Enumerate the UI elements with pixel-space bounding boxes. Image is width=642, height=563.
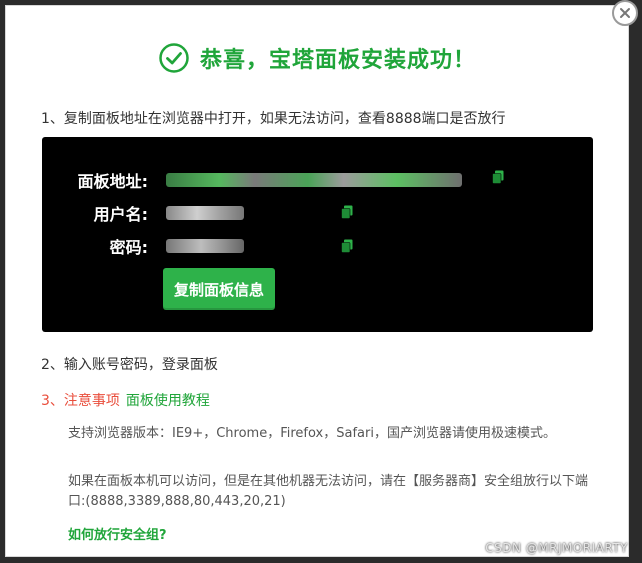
password-value[interactable] xyxy=(166,239,244,253)
step-3-label: 3、注意事项 xyxy=(41,393,120,409)
watermark: CSDN @MRJMORIARTY xyxy=(485,541,628,555)
copy-icon[interactable] xyxy=(492,170,504,184)
password-row: 密码: xyxy=(42,234,148,258)
install-success-dialog: 恭喜，宝塔面板安装成功！ 1、复制面板地址在浏览器中打开，如果无法访问，查看88… xyxy=(5,5,629,557)
browser-support-note: 支持浏览器版本：IE9+，Chrome，Firefox，Safari，国产浏览器… xyxy=(68,426,556,441)
dialog-title: 恭喜，宝塔面板安装成功！ xyxy=(199,48,476,73)
panel-address-value[interactable] xyxy=(166,173,462,187)
address-label: 面板地址: xyxy=(77,172,148,191)
dialog-header: 恭喜，宝塔面板安装成功！ xyxy=(6,42,628,74)
username-label: 用户名: xyxy=(93,205,148,224)
address-row: 面板地址: xyxy=(42,168,148,192)
copy-panel-info-button[interactable]: 复制面板信息 xyxy=(163,268,275,310)
username-value[interactable] xyxy=(166,206,244,220)
copy-icon[interactable] xyxy=(341,239,353,253)
check-circle-icon xyxy=(159,43,189,73)
step-1-text: 1、复制面板地址在浏览器中打开，如果无法访问，查看8888端口是否放行 xyxy=(41,111,506,127)
copy-icon[interactable] xyxy=(341,205,353,219)
security-group-help-link[interactable]: 如何放行安全组? xyxy=(68,524,167,543)
close-button[interactable] xyxy=(612,0,638,26)
step-3-row: 3、注意事项 面板使用教程 xyxy=(41,390,210,410)
username-row: 用户名: xyxy=(42,201,148,225)
firewall-ports-note: 如果在面板本机可以访问，但是在其他机器无法访问，请在【服务器商】安全组放行以下端… xyxy=(68,474,589,509)
password-label: 密码: xyxy=(109,238,148,257)
step-2-text: 2、输入账号密码，登录面板 xyxy=(41,357,218,373)
panel-info-box: 面板地址: 用户名: 密码: 复制面板信息 xyxy=(42,137,593,332)
panel-tutorial-link[interactable]: 面板使用教程 xyxy=(126,393,210,409)
close-icon xyxy=(620,8,630,18)
